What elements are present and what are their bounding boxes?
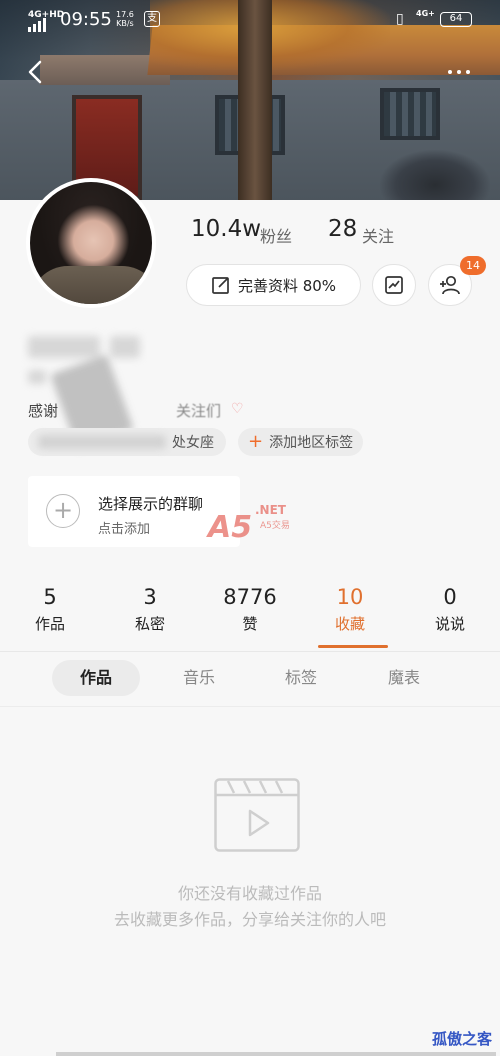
avatar-shoulders — [30, 266, 152, 304]
signal-icon — [28, 18, 46, 32]
plus-icon: + — [248, 431, 264, 452]
network-speed: 17.6 KB/s — [116, 10, 134, 28]
empty-state-title: 你还没有收藏过作品 — [177, 884, 322, 903]
more-dot-icon — [457, 70, 461, 74]
tab-private[interactable]: 3 私密 — [100, 585, 200, 649]
heart-icon: ♡ — [231, 401, 244, 417]
status-bar: 4G+HD 09:55 17.6 KB/s 支 ▯ 4G+ 64 — [0, 0, 500, 38]
cover-scooter — [380, 150, 490, 200]
subtabs-divider — [0, 706, 500, 707]
alipay-notification-icon: 支 — [144, 11, 160, 27]
subtab-works[interactable]: 作品 — [52, 660, 140, 696]
tab-label: 赞 — [242, 615, 258, 633]
bottom-edge — [56, 1052, 496, 1056]
watermark-net: .NET — [255, 503, 286, 517]
vibrate-icon: ▯ — [396, 11, 404, 27]
edit-icon — [212, 277, 229, 294]
corner-watermark: 孤傲之客 — [432, 1030, 493, 1048]
tabs-divider — [0, 651, 500, 652]
tab-label: 作品 — [34, 615, 65, 633]
network-speed-value: 17.6 — [116, 10, 134, 19]
back-button[interactable] — [22, 58, 50, 86]
tag-label: 添加地区标签 — [269, 435, 354, 451]
chart-icon — [385, 276, 403, 294]
tab-label: 私密 — [134, 615, 165, 633]
tag-label: 处女座 — [172, 435, 214, 451]
empty-state-subtitle: 去收藏更多作品，分享给关注你的人吧 — [113, 910, 386, 929]
subtab-tags[interactable]: 标签 — [257, 660, 345, 696]
tab-count: 0 — [443, 585, 457, 609]
nickname-blurred — [110, 336, 140, 358]
tab-count: 5 — [43, 585, 57, 609]
group-chat-subtitle: 点击添加 — [98, 522, 151, 537]
more-dot-icon — [466, 70, 470, 74]
friend-request-badge: 14 — [460, 256, 486, 275]
following-count[interactable]: 28 — [328, 216, 357, 242]
bio-text: 感谢 — [28, 402, 59, 420]
edit-profile-label: 完善资料 80% — [237, 276, 337, 295]
subtab-music[interactable]: 音乐 — [155, 660, 243, 696]
more-dot-icon — [448, 70, 452, 74]
tab-label: 收藏 — [334, 615, 365, 633]
network-type-right: 4G+ — [416, 9, 435, 18]
watermark-text: A5交易 — [260, 521, 290, 531]
chevron-left-icon — [28, 60, 42, 84]
following-label[interactable]: 关注 — [362, 223, 394, 247]
bio-text-partial: 关注们 — [176, 402, 222, 420]
avatar[interactable] — [26, 178, 156, 308]
favorites-subtabs: 作品 音乐 标签 魔表 — [0, 656, 500, 700]
more-options-button[interactable] — [448, 64, 480, 80]
tab-likes[interactable]: 8776 赞 — [200, 585, 300, 649]
tab-count: 10 — [336, 585, 364, 609]
tag-blurred — [38, 435, 166, 449]
fans-count[interactable]: 10.4w — [191, 216, 261, 242]
clock: 09:55 — [60, 9, 112, 30]
subtab-magic-filters[interactable]: 魔表 — [360, 660, 448, 696]
add-user-icon — [440, 275, 460, 295]
profile-tag[interactable]: 处女座 — [28, 428, 226, 456]
tab-count: 8776 — [223, 585, 277, 609]
add-region-tag-button[interactable]: + 添加地区标签 — [238, 428, 364, 456]
data-center-button[interactable] — [372, 264, 416, 306]
watermark-logo: A5 — [208, 510, 253, 545]
group-chat-title: 选择展示的群聊 — [98, 495, 204, 513]
tab-works[interactable]: 5 作品 — [0, 585, 100, 649]
tab-count: 3 — [143, 585, 157, 609]
profile-tabs: 5 作品 3 私密 8776 赞 10 收藏 0 说说 — [0, 585, 500, 649]
tab-moments[interactable]: 0 说说 — [400, 585, 500, 649]
tab-label: 说说 — [434, 615, 465, 633]
cover-window — [380, 88, 440, 140]
network-speed-unit: KB/s — [116, 19, 134, 28]
add-group-icon: + — [46, 494, 80, 528]
user-id-blurred — [28, 370, 46, 384]
tab-favorites[interactable]: 10 收藏 — [300, 585, 400, 649]
nickname-blurred — [28, 336, 100, 358]
edit-profile-button[interactable]: 完善资料 80% — [186, 264, 361, 306]
battery-icon: 64 — [440, 12, 472, 27]
fans-label[interactable]: 粉丝 — [260, 223, 292, 247]
video-clapper-icon — [214, 778, 300, 852]
